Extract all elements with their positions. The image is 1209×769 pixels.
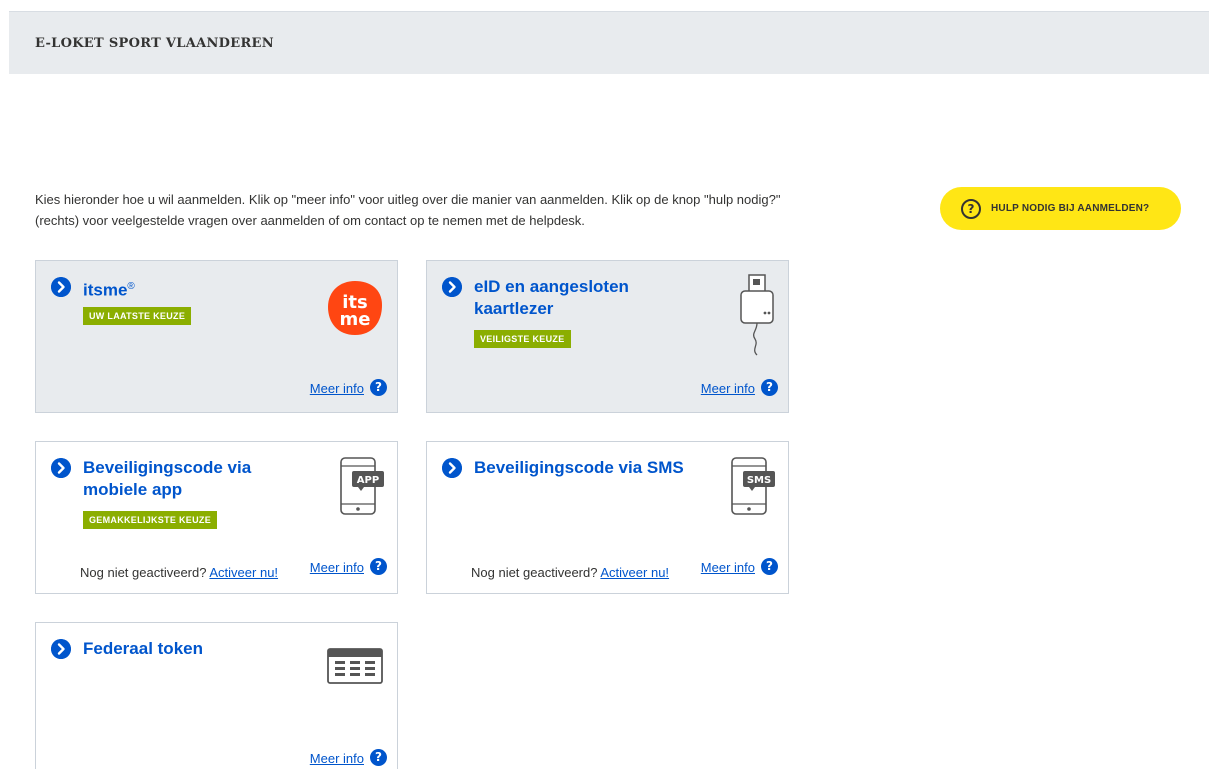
not-activated-text: Nog niet geactiveerd? — [471, 565, 598, 580]
page-header: E-LOKET SPORT VLAANDEREN — [9, 12, 1209, 74]
question-icon[interactable]: ? — [761, 558, 778, 575]
activate-now-link[interactable]: Activeer nu! — [600, 565, 669, 580]
chevron-right-icon — [51, 277, 71, 297]
login-option-sms[interactable]: Beveiligingscode via SMS SMS Nog niet ge… — [426, 441, 789, 594]
not-activated-text: Nog niet geactiveerd? — [80, 565, 207, 580]
phone-sms-icon: SMS — [731, 457, 775, 515]
question-icon[interactable]: ? — [370, 379, 387, 396]
svg-text:SMS: SMS — [747, 475, 771, 486]
login-option-title: itsme® — [83, 280, 135, 300]
phone-app-icon: APP — [340, 457, 384, 515]
login-option-federal-token[interactable]: Federaal token Meer info ? — [35, 622, 398, 769]
login-option-mobile-app[interactable]: Beveiligingscode via mobiele app GEMAKKE… — [35, 441, 398, 594]
activate-line: Nog niet geactiveerd? Activeer nu! — [471, 565, 669, 580]
login-option-itsme[interactable]: itsme® UW LAATSTE KEUZE its me Meer info… — [35, 260, 398, 413]
choice-badge: VEILIGSTE KEUZE — [474, 330, 571, 348]
help-login-button[interactable]: ? HULP NODIG BIJ AANMELDEN? — [940, 187, 1181, 230]
help-login-label: HULP NODIG BIJ AANMELDEN? — [991, 203, 1150, 214]
meer-info-link[interactable]: Meer info — [701, 381, 755, 396]
intro-text: Kies hieronder hoe u wil aanmelden. Klik… — [35, 192, 781, 228]
question-icon[interactable]: ? — [370, 749, 387, 766]
meer-info-link[interactable]: Meer info — [701, 560, 755, 575]
choice-badge: UW LAATSTE KEUZE — [83, 307, 192, 325]
question-icon[interactable]: ? — [761, 379, 778, 396]
meer-info-link[interactable]: Meer info — [310, 381, 364, 396]
meer-info-link[interactable]: Meer info — [310, 751, 364, 766]
activate-line: Nog niet geactiveerd? Activeer nu! — [80, 565, 278, 580]
card-reader-icon — [740, 274, 774, 356]
chevron-right-icon — [51, 458, 71, 478]
choice-badge: GEMAKKELIJKSTE KEUZE — [83, 511, 218, 529]
login-option-eid[interactable]: eID en aangesloten kaartlezer VEILIGSTE … — [426, 260, 789, 413]
chevron-right-icon — [442, 277, 462, 297]
chevron-right-icon — [51, 639, 71, 659]
login-option-title: eID en aangesloten kaartlezer — [474, 277, 629, 318]
svg-text:APP: APP — [357, 475, 379, 486]
chevron-right-icon — [442, 458, 462, 478]
login-option-title: Beveiligingscode via mobiele app — [83, 458, 252, 499]
token-card-icon — [327, 648, 383, 684]
itsme-logo-icon: its me — [328, 281, 382, 335]
question-circle-icon: ? — [961, 198, 981, 219]
meer-info-link[interactable]: Meer info — [310, 560, 364, 575]
page-title: E-LOKET SPORT VLAANDEREN — [35, 36, 274, 51]
login-option-title: Beveiligingscode via SMS — [474, 458, 684, 477]
question-icon[interactable]: ? — [370, 558, 387, 575]
svg-text:me: me — [340, 309, 371, 330]
login-option-title: Federaal token — [83, 639, 203, 658]
activate-now-link[interactable]: Activeer nu! — [209, 565, 278, 580]
